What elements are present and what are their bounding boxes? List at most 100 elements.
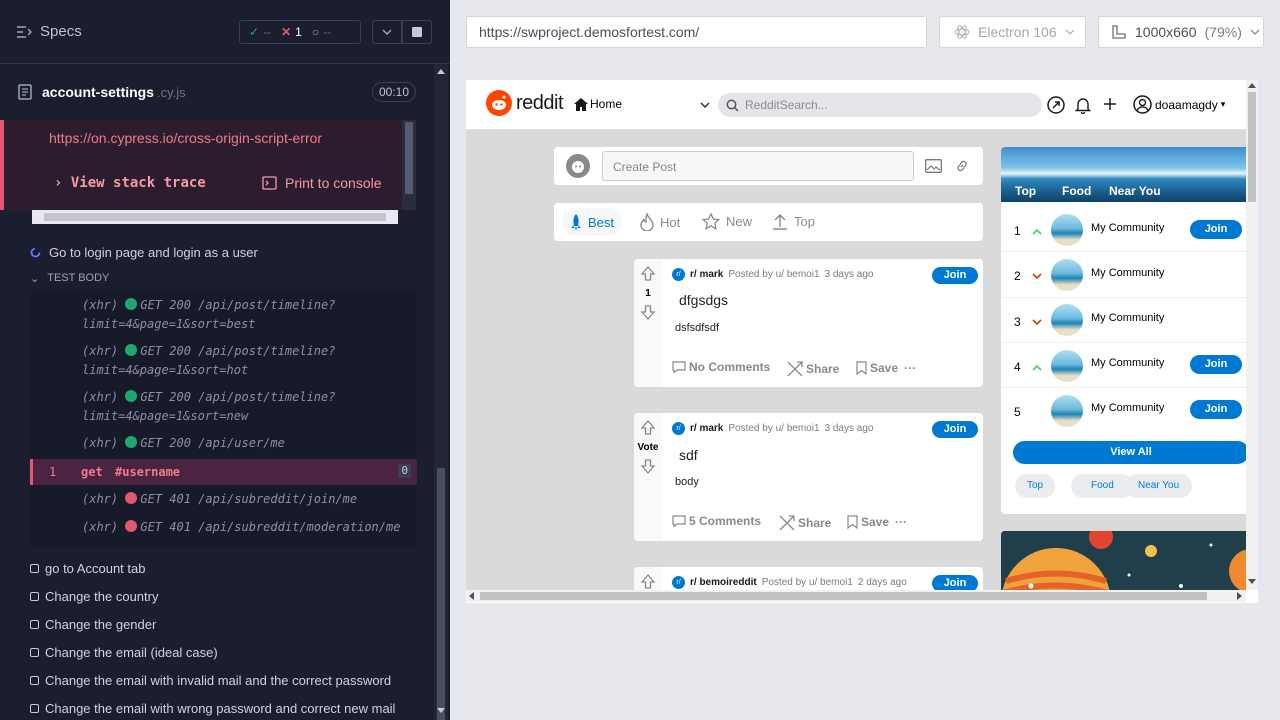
- print-to-console-button[interactable]: Print to console: [262, 175, 382, 191]
- status-dot: [125, 436, 138, 448]
- banner-tab-near-you[interactable]: Near You: [1109, 184, 1161, 198]
- subreddit-name[interactable]: r/ mark: [690, 423, 723, 434]
- reporter-scrollbar[interactable]: [434, 64, 448, 720]
- x-icon: ✕: [281, 25, 292, 39]
- flame-icon: [640, 213, 654, 231]
- share-button[interactable]: Share: [779, 515, 831, 531]
- test-body-header[interactable]: ⌄ TEST BODY: [30, 272, 109, 285]
- save-button[interactable]: Save ···: [856, 361, 916, 375]
- chip-near-you[interactable]: Near You: [1125, 474, 1193, 498]
- join-button[interactable]: Join: [932, 575, 978, 590]
- test-item[interactable]: go to Account tab: [30, 561, 145, 576]
- comments-button[interactable]: 5 Comments: [672, 514, 761, 528]
- comments-button[interactable]: No Comments: [672, 360, 770, 374]
- downvote-icon[interactable]: [640, 458, 656, 474]
- reddit-feed: Create Post Best Hot New Top 1 r/ r/ mar…: [466, 130, 1246, 590]
- browser-selector[interactable]: Electron 106: [939, 16, 1086, 48]
- sort-top[interactable]: Top: [772, 213, 815, 230]
- community-row[interactable]: 4 My Community Join: [1001, 343, 1246, 388]
- search-input[interactable]: RedditSearch...: [718, 93, 1042, 117]
- frame-horizontal-scrollbar[interactable]: [466, 590, 1246, 602]
- join-button[interactable]: Join: [932, 421, 978, 438]
- community-row[interactable]: 2 My Community: [1001, 252, 1246, 298]
- community-row[interactable]: 1 My Community Join: [1001, 207, 1246, 252]
- save-button[interactable]: Save ···: [847, 515, 907, 529]
- community-row[interactable]: 5 My Community Join: [1001, 388, 1246, 433]
- reddit-logo[interactable]: reddit: [486, 90, 564, 116]
- command-row[interactable]: (xhr) GET 200 /api/post/timeline? limit=4…: [30, 342, 417, 380]
- user-menu[interactable]: doaamagdy ▾: [1133, 95, 1225, 114]
- join-button[interactable]: Join: [932, 267, 978, 284]
- upvote-icon[interactable]: [640, 420, 656, 436]
- popular-icon[interactable]: [1047, 96, 1065, 114]
- create-post-input[interactable]: Create Post: [602, 151, 914, 181]
- post-title[interactable]: dfgsdgs: [679, 292, 728, 308]
- vote-count: Vote: [637, 442, 659, 453]
- scroll-up-icon: [1248, 83, 1256, 88]
- upvote-icon[interactable]: [640, 574, 656, 590]
- join-button[interactable]: Join: [1190, 220, 1242, 239]
- test-item[interactable]: Change the email with invalid mail and t…: [30, 673, 391, 688]
- stop-button[interactable]: [402, 20, 432, 44]
- command-row[interactable]: (xhr) GET 401 /api/subreddit/join/me: [30, 490, 417, 509]
- plus-icon[interactable]: [1104, 98, 1116, 110]
- failed-get-command[interactable]: 1 get #username 0: [30, 459, 417, 485]
- scroll-left-icon: [469, 592, 474, 600]
- sort-new[interactable]: New: [702, 213, 752, 230]
- chevron-down-button[interactable]: [372, 20, 402, 44]
- error-hscrollbar[interactable]: [32, 210, 398, 224]
- status-dot: [125, 390, 138, 402]
- link-icon[interactable]: [955, 159, 969, 173]
- viewport-selector[interactable]: 1000x660 (79%): [1098, 16, 1264, 48]
- trend-up-icon: [1032, 228, 1042, 235]
- upvote-icon[interactable]: [640, 266, 656, 282]
- communities-banner: Top Food Near You: [1001, 147, 1246, 202]
- error-box-scrollbar[interactable]: [402, 120, 416, 210]
- url-bar[interactable]: https://swproject.demosfortest.com/: [466, 16, 927, 48]
- command-row[interactable]: (xhr) GET 200 /api/post/timeline? limit=4…: [30, 388, 417, 426]
- error-link[interactable]: https://on.cypress.io/cross-origin-scrip…: [49, 130, 322, 146]
- chip-top[interactable]: Top: [1015, 474, 1056, 498]
- view-stack-trace-button[interactable]: › View stack trace: [54, 175, 206, 191]
- sort-hot[interactable]: Hot: [640, 213, 680, 231]
- test-item[interactable]: Change the email with wrong password and…: [30, 701, 395, 716]
- search-icon: [726, 99, 739, 112]
- test-item[interactable]: Change the gender: [30, 617, 156, 632]
- share-button[interactable]: Share: [787, 361, 839, 377]
- duration-badge: 00:10: [371, 82, 416, 102]
- post-card[interactable]: r/ r/ bemoireddit Posted by u/ bemoi1 2 d…: [634, 567, 983, 590]
- bell-icon[interactable]: [1075, 96, 1091, 114]
- downvote-icon[interactable]: [640, 304, 656, 320]
- sort-best[interactable]: Best: [562, 208, 623, 236]
- chevron-down-icon[interactable]: [700, 102, 710, 108]
- join-button[interactable]: Join: [1190, 400, 1242, 419]
- subreddit-name[interactable]: r/ mark: [690, 269, 723, 280]
- post-card[interactable]: 1 r/ r/ mark Posted by u/ bemoi1 3 days a…: [634, 259, 983, 387]
- subreddit-name[interactable]: r/ bemoireddit: [690, 577, 757, 588]
- view-all-button[interactable]: View All: [1013, 441, 1246, 464]
- more-icon[interactable]: ···: [904, 361, 916, 375]
- command-row[interactable]: (xhr) GET 401 /api/subreddit/moderation/…: [30, 518, 417, 537]
- post-body: body: [675, 476, 699, 488]
- community-name: My Community: [1091, 267, 1165, 279]
- test-item[interactable]: Change the email (ideal case): [30, 645, 218, 660]
- hook-title[interactable]: Go to login page and login as a user: [30, 245, 258, 260]
- more-icon[interactable]: ···: [895, 515, 907, 529]
- test-item[interactable]: Change the country: [30, 589, 158, 604]
- community-avatar: [1051, 395, 1083, 427]
- command-row[interactable]: (xhr) GET 200 /api/post/timeline? limit=4…: [30, 296, 417, 334]
- home-link[interactable]: Home: [574, 97, 622, 111]
- frame-vertical-scrollbar[interactable]: [1246, 80, 1258, 590]
- specs-label: Specs: [40, 23, 82, 40]
- image-icon[interactable]: [925, 159, 942, 173]
- specs-button[interactable]: Specs: [16, 23, 82, 40]
- banner-tab-food[interactable]: Food: [1062, 184, 1091, 198]
- share-icon: [787, 361, 803, 377]
- post-card[interactable]: Vote r/ r/ mark Posted by u/ bemoi1 3 day…: [634, 413, 983, 541]
- command-row[interactable]: (xhr) GET 200 /api/user/me: [30, 434, 417, 453]
- spec-file-header[interactable]: account-settings .cy.js 00:10: [0, 64, 432, 120]
- community-row[interactable]: 3 My Community: [1001, 298, 1246, 343]
- banner-tab-top[interactable]: Top: [1015, 184, 1036, 198]
- post-title[interactable]: sdf: [679, 447, 698, 463]
- join-button[interactable]: Join: [1190, 355, 1242, 374]
